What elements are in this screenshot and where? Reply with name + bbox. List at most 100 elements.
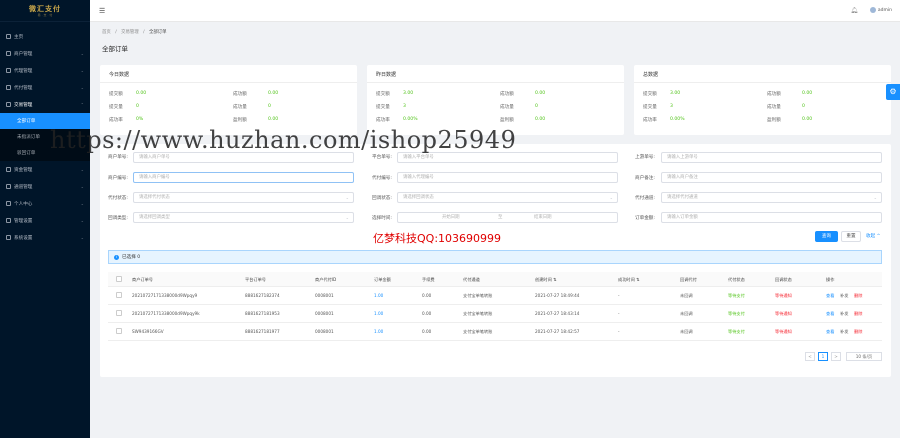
date-end-placeholder[interactable]: 结束日期	[534, 213, 552, 222]
filter-label: 回调类型:	[108, 216, 128, 221]
channel-icon	[6, 184, 11, 189]
resend-button[interactable]: 补发	[840, 329, 848, 335]
breadcrumb-section[interactable]: 交易管理	[121, 30, 139, 35]
filter-label: 代付状态:	[108, 196, 128, 201]
promo-text: 亿梦科技QQ:103690999	[373, 232, 502, 245]
payout-status-select[interactable]: 请选择代付状态 ⌄	[133, 192, 354, 203]
user-menu[interactable]: admin	[869, 7, 892, 13]
upstream-order-input[interactable]: 请输入上游单号	[661, 152, 882, 163]
callback-status-select[interactable]: 请选择回调状态 ⌄	[397, 192, 618, 203]
callback-payout-cell: 未回调	[680, 293, 693, 298]
stat-label: 盈利额	[233, 117, 247, 123]
stats-card-today: 今日数据 提交额 0.00 成功额 0.00 提交量 0 成功量 0 成功率 0% 盈利额 0.0…	[100, 65, 357, 135]
row-checkbox[interactable]	[116, 292, 122, 298]
sidebar-item-profile[interactable]: 个人中心 ⌄	[0, 195, 90, 212]
agent-icon	[6, 68, 11, 73]
date-range-separator: 至	[498, 215, 503, 220]
collapse-link[interactable]: 收起 ^	[866, 233, 881, 239]
column-header[interactable]: 手续费	[422, 277, 435, 283]
success-time-cell: -	[618, 293, 620, 298]
select-all-checkbox[interactable]	[116, 276, 122, 282]
settings-icon	[6, 218, 11, 223]
delete-button[interactable]: 删除	[854, 311, 862, 317]
filter-label: 选择时间:	[372, 216, 392, 221]
column-header[interactable]: 代付通道	[463, 277, 480, 283]
order-amount-input[interactable]: 请输入订单金额	[661, 212, 882, 223]
selection-count: 已选择 0	[122, 255, 141, 260]
view-button[interactable]: 查看	[826, 293, 834, 299]
row-checkbox[interactable]	[116, 310, 122, 316]
column-header[interactable]: 回调状态	[775, 277, 792, 283]
chevron-down-icon: ⌄	[80, 167, 84, 172]
sidebar-item-trade[interactable]: 交易管理 ⌃	[0, 96, 90, 113]
merchant-note-input[interactable]: 请输入商户备注	[661, 172, 882, 183]
agent-number-input[interactable]: 请输入代理编号	[397, 172, 618, 183]
selection-alert: i 已选择 0	[108, 250, 882, 264]
stat-label: 成功率	[376, 117, 390, 123]
info-icon: i	[114, 254, 119, 260]
filter-label: 回调状态:	[372, 196, 392, 201]
stats-card-title: 总数据	[634, 65, 891, 83]
amount-cell: 1.00	[374, 311, 384, 316]
chevron-down-icon: ⌄	[80, 85, 84, 90]
stats-card-title: 昨日数据	[367, 65, 624, 83]
payout-id-cell: 0008001	[315, 293, 334, 298]
reset-button[interactable]: 重置	[841, 231, 861, 242]
column-header[interactable]: 商户订单号	[132, 277, 153, 283]
table-row: 20210727171338000d9Wpqy9k 8881627181953 …	[108, 305, 882, 323]
stat-label: 提交额	[109, 91, 123, 97]
column-header[interactable]: 订单金额	[374, 277, 391, 283]
search-button[interactable]: 查询	[815, 231, 838, 242]
column-header[interactable]: 创建时间 ⇅	[535, 277, 557, 283]
page-number-button[interactable]: 1	[818, 352, 828, 361]
delete-button[interactable]: 删除	[854, 293, 862, 299]
sidebar-item-admin-settings[interactable]: 管理设置 ⌄	[0, 212, 90, 229]
sidebar-item-payout[interactable]: 代付管理 ⌄	[0, 79, 90, 96]
date-start-placeholder[interactable]: 开始日期	[442, 213, 460, 222]
resend-button[interactable]: 补发	[840, 311, 848, 317]
sidebar-item-label: 代付管理	[14, 85, 33, 91]
column-header[interactable]: 成功时间 ⇅	[618, 277, 640, 283]
callback-type-select[interactable]: 请选择回调类型 ⌄	[133, 212, 354, 223]
column-header[interactable]: 商户代付ID	[315, 277, 336, 283]
stat-value: 0%	[136, 117, 144, 122]
menu-toggle-icon[interactable]: ☰	[99, 7, 105, 15]
next-page-button[interactable]: >	[831, 352, 841, 361]
stat-value: 0.00	[802, 117, 813, 122]
sidebar-item-system-settings[interactable]: 系统设置 ⌄	[0, 229, 90, 246]
breadcrumb-home[interactable]: 首页	[102, 30, 111, 35]
date-range-picker[interactable]: 开始日期 至 结束日期	[397, 212, 618, 223]
row-checkbox[interactable]	[116, 328, 122, 334]
stat-value: 3.00	[670, 91, 681, 96]
stat-label: 成功额	[500, 91, 514, 97]
filter-label: 商户备注:	[635, 176, 655, 181]
view-button[interactable]: 查看	[826, 329, 834, 335]
merchant-number-input[interactable]: 请输入商户编号	[133, 172, 354, 183]
stat-label: 成功量	[233, 104, 247, 110]
page-size-select[interactable]: 10 条/页	[846, 352, 882, 361]
bell-icon[interactable]: 🔔︎	[850, 7, 858, 14]
view-button[interactable]: 查看	[826, 311, 834, 317]
callback-payout-cell: 未回调	[680, 311, 693, 316]
prev-page-button[interactable]: <	[805, 352, 815, 361]
sidebar-item-funds[interactable]: 资金管理 ⌄	[0, 161, 90, 178]
settings-gear-icon[interactable]: ⚙	[886, 84, 900, 100]
resend-button[interactable]: 补发	[840, 293, 848, 299]
stat-label: 盈利额	[767, 117, 781, 123]
sidebar-item-home[interactable]: 主页	[0, 28, 90, 45]
avatar	[869, 7, 876, 13]
sidebar-item-merchant[interactable]: 商户管理 ⌄	[0, 45, 90, 62]
column-header[interactable]: 回调代付	[680, 277, 697, 283]
sidebar-item-agent[interactable]: 代理管理 ⌄	[0, 62, 90, 79]
payout-channel-select[interactable]: 请选择代付通道 ⌄	[661, 192, 882, 203]
stat-label: 成功量	[500, 104, 514, 110]
column-header[interactable]: 平台订单号	[245, 277, 266, 283]
column-header[interactable]: 代付状态	[728, 277, 745, 283]
logo[interactable]: 微汇支付 易 · 支 · 付	[0, 0, 90, 22]
stats-card-yesterday: 昨日数据 提交额 3.00 成功额 0.00 提交量 3 成功量 0 成功率 0.00% 盈利额…	[367, 65, 624, 135]
sidebar-item-channel[interactable]: 通道管理 ⌄	[0, 178, 90, 195]
fee-cell: 0.00	[422, 329, 432, 334]
fee-cell: 0.00	[422, 293, 432, 298]
delete-button[interactable]: 删除	[854, 329, 862, 335]
payout-id-cell: 0008001	[315, 329, 334, 334]
